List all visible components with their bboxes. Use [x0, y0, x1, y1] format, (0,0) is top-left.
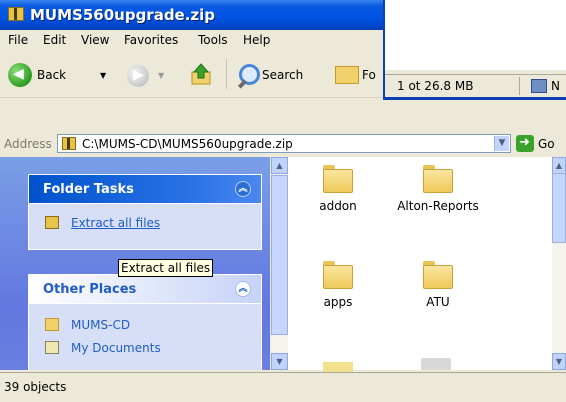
task-extract-all[interactable]: Extract all files	[29, 214, 261, 234]
window-title: MUMS560upgrade.zip	[30, 6, 216, 24]
collapse-chevron-icon[interactable]: ︽	[235, 181, 251, 197]
status-zone-label: N	[551, 79, 560, 93]
menu-help[interactable]: Help	[243, 33, 270, 47]
folder-icon	[423, 165, 453, 193]
explorer-window: MUMS560upgrade.zip File Edit View Favori…	[0, 0, 566, 402]
go-arrow-icon: ➜	[519, 135, 530, 150]
zip-folder-icon	[62, 137, 76, 150]
menu-tools[interactable]: Tools	[198, 33, 228, 47]
address-label: Address	[4, 137, 52, 151]
back-dropdown-icon[interactable]: ▼	[100, 71, 106, 80]
folder-icon	[323, 261, 353, 289]
status-bar: 39 objects	[0, 372, 566, 402]
scroll-thumb[interactable]	[271, 175, 288, 335]
scroll-up-icon[interactable]: ▲	[552, 157, 566, 174]
folder-icon	[45, 318, 59, 331]
folder-tasks-title: Folder Tasks	[43, 182, 134, 197]
overlapping-window-content	[385, 0, 566, 70]
file-item[interactable]: Alton-Reports	[388, 165, 488, 213]
collapse-chevron-icon[interactable]: ︽	[235, 281, 251, 297]
object-count: 39 objects	[4, 380, 67, 394]
extract-icon	[45, 216, 59, 229]
file-name: apps	[323, 295, 353, 309]
folders-label[interactable]: Fo	[362, 68, 376, 82]
folder-icon[interactable]	[323, 362, 353, 372]
address-bar: Address C:\MUMS-CD\MUMS560upgrade.zip ▼ …	[0, 132, 566, 156]
scroll-down-icon[interactable]: ▼	[271, 353, 288, 370]
zip-folder-icon	[8, 7, 24, 21]
other-places-title: Other Places	[43, 282, 137, 297]
scroll-up-icon[interactable]: ▲	[271, 157, 288, 174]
file-item[interactable]: ATU	[388, 261, 488, 309]
address-field[interactable]: C:\MUMS-CD\MUMS560upgrade.zip ▼	[57, 134, 511, 153]
folder-tasks-header[interactable]: Folder Tasks ︽	[29, 175, 261, 204]
place-label[interactable]: My Documents	[71, 341, 161, 355]
folder-icon	[423, 261, 453, 289]
my-computer-icon	[531, 79, 547, 93]
back-button[interactable]: ◀	[8, 63, 32, 87]
search-label[interactable]: Search	[262, 68, 303, 82]
address-dropdown-icon[interactable]: ▼	[494, 136, 509, 151]
menu-favorites[interactable]: Favorites	[124, 33, 178, 47]
file-list: addon Alton-Reports apps ATU	[288, 157, 552, 372]
forward-button[interactable]: ▶	[127, 65, 149, 87]
status-separator	[519, 77, 520, 95]
my-documents-icon	[45, 341, 59, 354]
file-list-scrollbar[interactable]: ▲ ▼	[552, 157, 566, 370]
task-pane: Folder Tasks ︽ Extract all files Other P…	[0, 157, 270, 370]
folders-icon[interactable]	[335, 66, 359, 84]
status-size: 1 ot 26.8 MB	[397, 79, 474, 93]
folder-icon	[323, 165, 353, 193]
scroll-down-icon[interactable]: ▼	[552, 353, 566, 370]
tooltip: Extract all files	[118, 259, 214, 277]
overlapping-window-status-bar: 1 ot 26.8 MB N	[385, 74, 566, 97]
document-icon[interactable]	[421, 358, 451, 370]
other-places-box: Other Places ︽ MUMS-CD My Documents	[28, 274, 262, 370]
address-value[interactable]: C:\MUMS-CD\MUMS560upgrade.zip	[82, 137, 293, 151]
place-label[interactable]: MUMS-CD	[71, 318, 130, 332]
scroll-thumb[interactable]	[552, 173, 566, 243]
menu-edit[interactable]: Edit	[43, 33, 66, 47]
task-pane-scrollbar[interactable]: ▲ ▼	[271, 157, 288, 370]
overlapping-window[interactable]: 1 ot 26.8 MB N	[383, 0, 566, 100]
file-item[interactable]: apps	[288, 261, 388, 309]
extract-all-link[interactable]: Extract all files	[71, 216, 160, 230]
place-mums-cd[interactable]: MUMS-CD	[29, 316, 261, 336]
folder-tasks-box: Folder Tasks ︽ Extract all files	[28, 174, 262, 250]
forward-dropdown-icon[interactable]: ▼	[158, 71, 164, 80]
back-arrow-icon: ◀	[13, 66, 24, 82]
file-name: addon	[319, 199, 357, 213]
file-item[interactable]: addon	[288, 165, 388, 213]
file-name: ATU	[426, 295, 450, 309]
menu-file[interactable]: File	[8, 33, 28, 47]
up-folder-icon[interactable]	[190, 63, 212, 85]
go-label[interactable]: Go	[538, 137, 555, 151]
toolbar-separator	[226, 59, 227, 89]
back-label[interactable]: Back	[37, 68, 66, 82]
other-places-header[interactable]: Other Places ︽	[29, 275, 261, 304]
file-name: Alton-Reports	[397, 199, 479, 213]
forward-arrow-icon: ▶	[133, 67, 144, 83]
place-my-documents[interactable]: My Documents	[29, 339, 261, 359]
menu-view[interactable]: View	[81, 33, 109, 47]
go-button[interactable]: ➜	[516, 135, 534, 152]
